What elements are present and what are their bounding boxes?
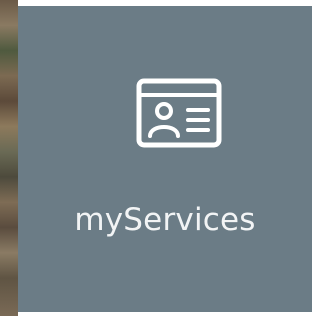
background-photo-strip <box>0 0 18 316</box>
tile-label: myServices <box>74 202 256 238</box>
id-card-icon <box>136 78 222 148</box>
page-edge <box>312 0 319 316</box>
myservices-tile[interactable]: myServices <box>18 6 312 312</box>
